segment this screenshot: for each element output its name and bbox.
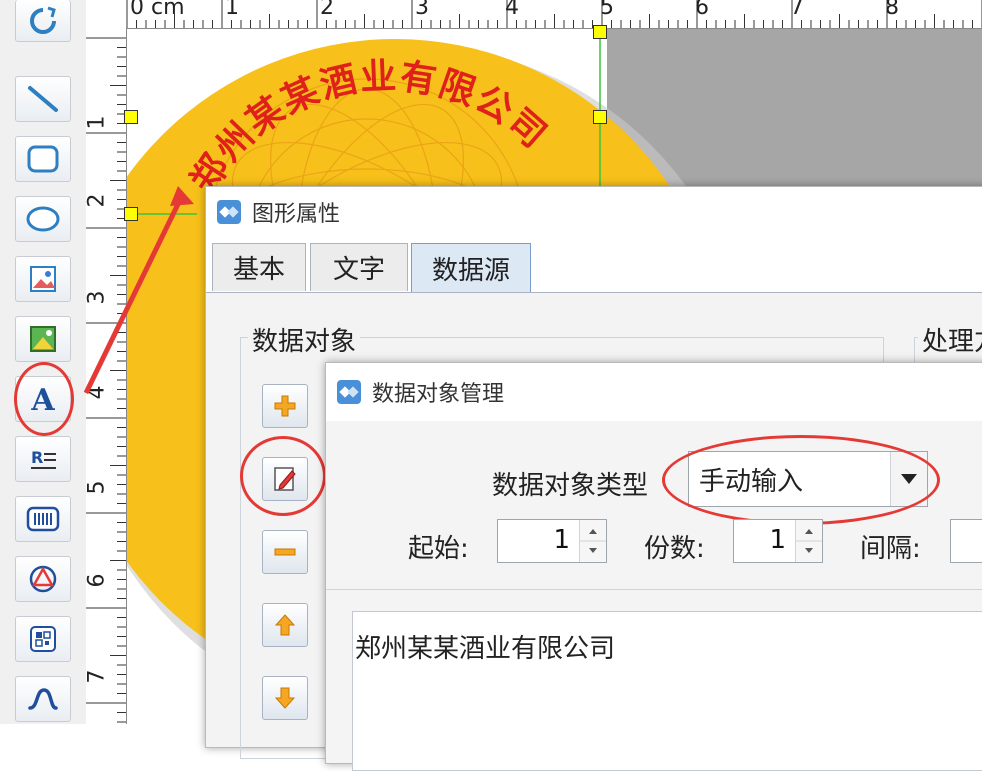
- tab-datasource[interactable]: 数据源: [411, 243, 531, 293]
- arrow-down-icon: [274, 687, 296, 709]
- data-object-dialog-title: 数据对象管理: [372, 382, 505, 407]
- content-textarea[interactable]: 郑州某某酒业有限公司: [352, 611, 982, 771]
- plus-icon: [274, 395, 296, 417]
- data-object-dialog: 数据对象管理 数据对象类型 手动输入 起始: 1 份数: 1 间隔: 郑州某某酒…: [325, 362, 982, 771]
- copies-value: 1: [769, 525, 786, 555]
- interval-spinner[interactable]: [950, 519, 982, 563]
- start-value: 1: [553, 525, 570, 555]
- move-down-button[interactable]: [262, 676, 308, 720]
- data-object-type-label: 数据对象类型: [492, 471, 649, 501]
- copies-label: 份数:: [644, 534, 705, 564]
- properties-dialog-title: 图形属性: [252, 202, 341, 227]
- move-up-button[interactable]: [262, 603, 308, 647]
- tab-divider: [206, 292, 982, 293]
- minus-icon: [274, 548, 296, 556]
- remove-button[interactable]: [262, 530, 308, 574]
- processing-group-label: 处理方: [918, 321, 982, 358]
- start-spinner-arrows[interactable]: [579, 520, 606, 562]
- type-select-highlight: [662, 435, 940, 525]
- properties-dialog-titlebar[interactable]: 图形属性: [206, 187, 982, 237]
- interval-label: 间隔:: [860, 534, 921, 564]
- spinner-arrows-icon: [796, 529, 822, 553]
- content-text: 郑州某某酒业有限公司: [355, 634, 616, 664]
- data-object-group-label: 数据对象: [248, 321, 361, 358]
- start-spinner[interactable]: 1: [497, 519, 607, 563]
- add-button[interactable]: [262, 384, 308, 428]
- data-object-dialog-titlebar[interactable]: 数据对象管理: [326, 363, 982, 421]
- copies-spinner[interactable]: 1: [733, 519, 823, 563]
- app-icon: [337, 380, 361, 404]
- arrow-up-icon: [274, 614, 296, 636]
- tab-basic[interactable]: 基本: [212, 243, 306, 291]
- tab-text[interactable]: 文字: [310, 243, 408, 291]
- start-label: 起始:: [408, 534, 469, 564]
- copies-spinner-arrows[interactable]: [795, 520, 822, 562]
- edit-button-highlight: [240, 436, 326, 516]
- app-icon: [217, 200, 241, 224]
- dialog-divider: [326, 589, 982, 590]
- spinner-arrows-icon: [580, 529, 606, 553]
